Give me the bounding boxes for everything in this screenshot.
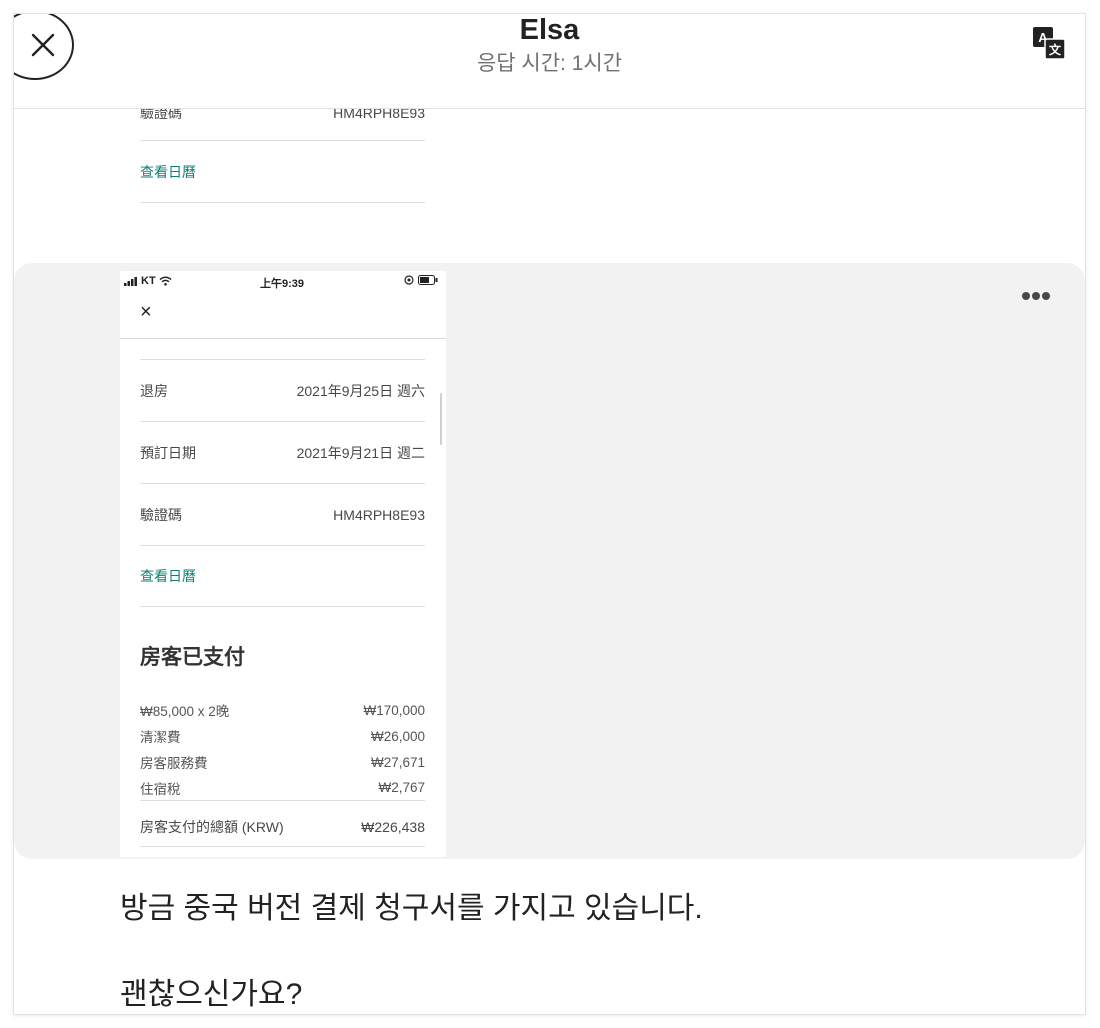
view-calendar-row: 查看日曆 [140,545,425,607]
view-calendar-link: 查看日曆 [140,163,196,180]
detail-value: HM4RPH8E93 [333,109,425,121]
wifi-icon [159,276,172,286]
phone-close-icon: × [140,301,152,323]
detail-value: HM4RPH8E93 [333,506,425,523]
translate-button[interactable]: A 文 [1033,27,1066,60]
more-dots-icon [1022,292,1050,300]
total-label: 房客支付的總額 (KRW) [140,818,284,835]
reservation-details: 退房 2021年9月25日 週六 預訂日期 2021年9月21日 週二 驗證碼 … [140,359,425,607]
detail-label: 驗證碼 [140,109,182,121]
price-value: ₩170,000 [363,702,425,718]
detail-row: 驗證碼 HM4RPH8E93 [140,483,425,545]
svg-text:文: 文 [1049,42,1062,57]
phone-scrollbar [440,393,442,445]
price-label: 清潔費 [140,730,181,745]
price-breakdown: ₩85,000 x 2晚 ₩170,000 清潔費 ₩26,000 房客服務費 … [140,697,425,847]
carrier-name: KT [141,275,156,287]
orientation-lock-icon [404,275,414,285]
price-row: 房客服務費 ₩27,671 [140,749,425,775]
price-row: 清潔費 ₩26,000 [140,723,425,749]
price-value: ₩2,767 [378,780,425,795]
price-label: ₩85,000 x 2晚 [140,704,230,719]
image-message-bubble: KT 上午9:39 × 退房 2021年9月25日 週六 預訂日期 2021年9… [14,263,1085,859]
host-name: Elsa [519,14,580,46]
total-row: 房客支付的總額 (KRW) ₩226,438 [140,807,425,847]
price-value: ₩26,000 [370,728,425,744]
price-row: 住宿稅 ₩2,767 [140,775,425,801]
response-time: 응답 시간: 1시간 [476,52,623,75]
signal-icon [124,276,137,286]
view-calendar-link: 查看日曆 [140,568,196,584]
battery-icon [418,275,438,285]
detail-value: 2021年9月21日 週二 [296,444,425,461]
price-row: ₩85,000 x 2晚 ₩170,000 [140,697,425,723]
previous-image-attachment[interactable]: 驗證碼 HM4RPH8E93 查看日曆 [120,109,425,209]
phone-clock: 上午9:39 [260,278,305,290]
detail-row: 退房 2021年9月25日 週六 [140,359,425,421]
receipt-screenshot[interactable]: KT 上午9:39 × 退房 2021年9月25日 週六 預訂日期 2021年9… [120,271,446,857]
message-text: 방금 중국 버전 결제 청구서를 가지고 있습니다. 괜찮으신가요? [120,889,703,1014]
price-label: 房客服務費 [140,756,208,771]
detail-value: 2021年9月25日 週六 [296,382,425,399]
phone-status-bar: KT 上午9:39 [120,271,446,297]
price-value: ₩27,671 [370,754,425,770]
detail-label: 預訂日期 [140,444,196,461]
conversation-header: Elsa 응답 시간: 1시간 A 文 [14,14,1085,109]
conversation-window: Elsa 응답 시간: 1시간 A 文 驗證碼 HM4RPH8E93 查看日曆 [14,14,1085,1014]
translate-icon: A 文 [1033,27,1066,60]
total-value: ₩226,438 [361,818,425,835]
paid-section-title: 房客已支付 [140,646,245,669]
price-label: 住宿稅 [140,781,181,797]
message-thread[interactable]: 驗證碼 HM4RPH8E93 查看日曆 KT 上午9:39 × 退房 2021年… [14,109,1085,1014]
message-line: 괜찮으신가요? [120,978,303,1011]
more-options-button[interactable] [1021,289,1051,303]
message-line: 방금 중국 버전 결제 청구서를 가지고 있습니다. [120,892,703,925]
detail-label: 驗證碼 [140,506,182,523]
detail-row: 預訂日期 2021年9月21日 週二 [140,421,425,483]
phone-header-divider [120,338,446,339]
detail-label: 退房 [140,382,168,399]
